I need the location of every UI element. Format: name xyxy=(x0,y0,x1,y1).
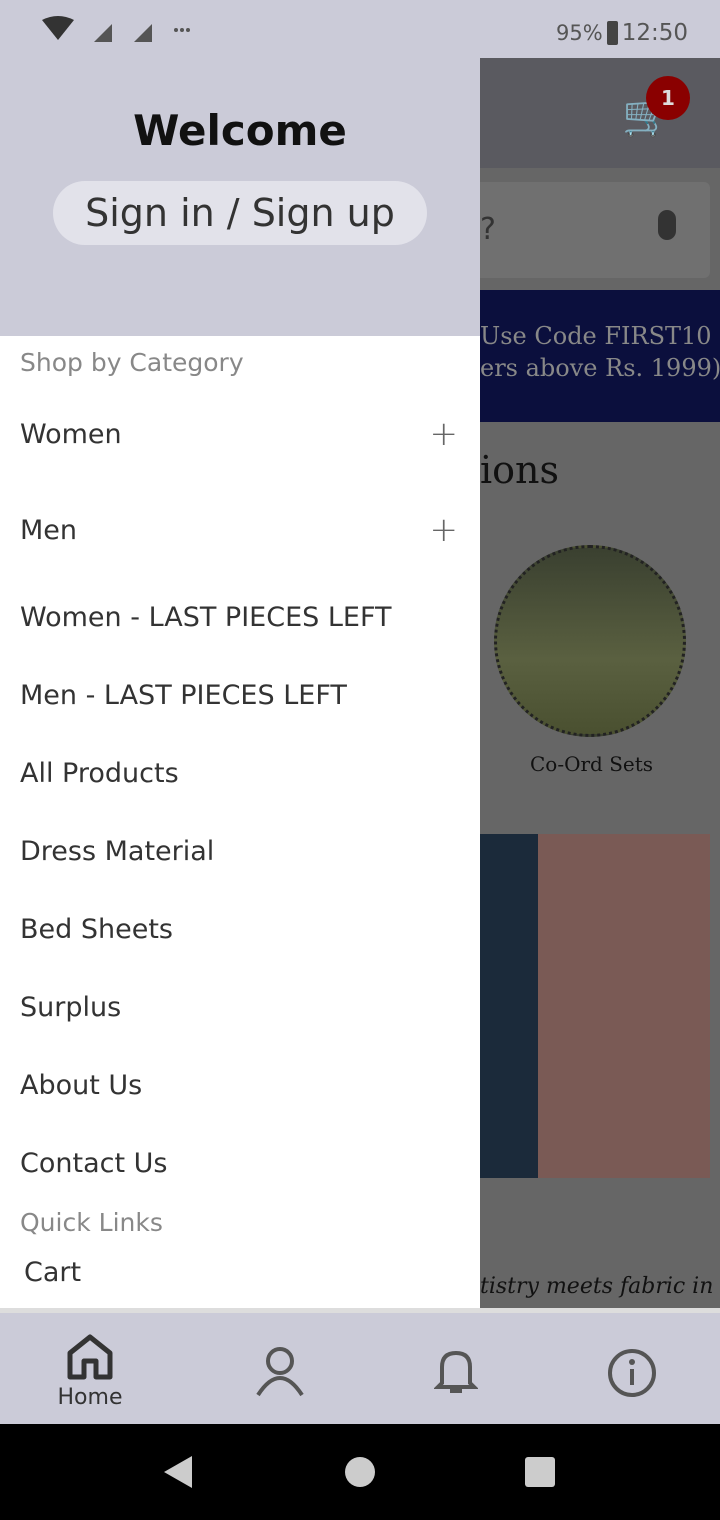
drawer-item-label: Women xyxy=(20,418,122,450)
back-icon[interactable] xyxy=(160,1454,200,1490)
battery-icon xyxy=(606,21,618,45)
drawer-item[interactable]: Men + xyxy=(0,482,480,578)
drawer-item-label: Men - LAST PIECES LEFT xyxy=(20,679,347,711)
welcome-title: Welcome xyxy=(133,106,347,155)
dimmed-home-screen[interactable]: 🛒 1 ? Use Code FIRST10 ers above Rs. 1999… xyxy=(480,58,720,1308)
drawer-item-label: All Products xyxy=(20,757,179,789)
product-image[interactable] xyxy=(480,834,710,1178)
drawer-item-label: Women - LAST PIECES LEFT xyxy=(20,601,392,633)
section-quick-links: Quick Links xyxy=(20,1208,163,1237)
battery-percent: 95% xyxy=(556,21,603,45)
nav-home[interactable]: Home xyxy=(52,1333,128,1410)
home-button-icon[interactable] xyxy=(344,1456,376,1488)
expand-plus-icon[interactable]: + xyxy=(430,510,459,550)
drawer-item[interactable]: Surplus xyxy=(0,968,480,1046)
drawer-item-label: About Us xyxy=(20,1069,143,1101)
signal-icons xyxy=(42,16,190,42)
drawer-item[interactable]: Bed Sheets xyxy=(0,890,480,968)
bottom-nav: Home xyxy=(0,1308,720,1424)
quick-link-cart[interactable]: Cart xyxy=(0,1252,480,1292)
drawer-item[interactable]: Women - LAST PIECES LEFT xyxy=(0,578,480,656)
section-shop-by-category: Shop by Category xyxy=(20,348,244,377)
cart-badge: 1 xyxy=(646,76,690,120)
expand-plus-icon[interactable]: + xyxy=(430,414,459,454)
drawer-item-label: Dress Material xyxy=(20,835,215,867)
section-heading: ions xyxy=(480,448,560,492)
drawer-item[interactable]: Contact Us xyxy=(0,1124,480,1202)
drawer-item[interactable]: About Us xyxy=(0,1046,480,1124)
system-nav-bar xyxy=(0,1424,720,1520)
drawer-item-label: Contact Us xyxy=(20,1147,168,1179)
drawer-item-label: Surplus xyxy=(20,991,122,1023)
drawer-item-label: Men xyxy=(20,514,78,546)
search-bar[interactable]: ? xyxy=(480,182,710,278)
sign-in-button[interactable]: Sign in / Sign up xyxy=(53,181,427,245)
side-drawer: Welcome Sign in / Sign up Shop by Catego… xyxy=(0,58,480,1308)
mic-icon[interactable] xyxy=(658,210,676,240)
info-icon[interactable] xyxy=(606,1347,658,1399)
notification-bell-icon[interactable] xyxy=(434,1345,478,1397)
drawer-item-label: Bed Sheets xyxy=(20,913,173,945)
profile-icon[interactable] xyxy=(254,1345,306,1397)
category-image[interactable] xyxy=(494,545,686,737)
recents-icon[interactable] xyxy=(524,1456,556,1488)
status-bar: 95% 12:50 xyxy=(0,0,720,58)
drawer-header: Welcome Sign in / Sign up xyxy=(0,58,480,336)
drawer-item[interactable]: All Products xyxy=(0,734,480,812)
category-label: Co-Ord Sets xyxy=(530,752,654,776)
drawer-item[interactable]: Men - LAST PIECES LEFT xyxy=(0,656,480,734)
home-icon xyxy=(67,1334,113,1380)
tagline: tistry meets fabric in xyxy=(480,1274,714,1299)
drawer-item[interactable]: Dress Material xyxy=(0,812,480,890)
clock: 12:50 xyxy=(621,20,688,46)
promo-banner: Use Code FIRST10 ers above Rs. 1999) xyxy=(480,290,720,422)
drawer-item[interactable]: Women + xyxy=(0,386,480,482)
